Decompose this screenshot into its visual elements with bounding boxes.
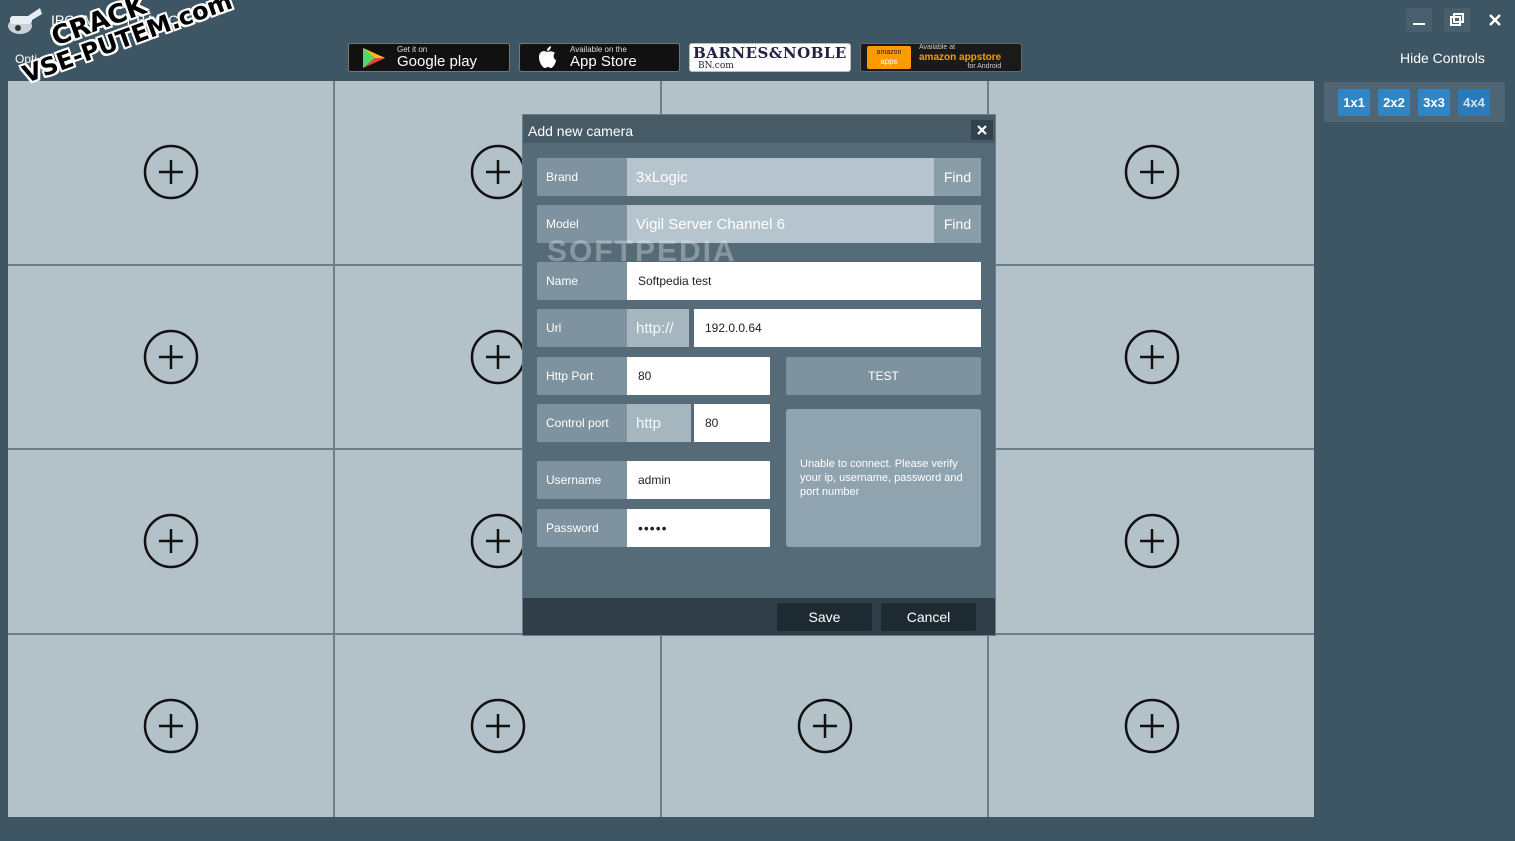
dialog-body: Brand 3xLogic Find Model Vigil Server Ch… (523, 143, 995, 598)
camera-slot[interactable] (662, 634, 987, 817)
barnes-noble-sub: BN.com (698, 60, 734, 71)
camera-slot[interactable] (989, 634, 1314, 817)
add-camera-plus-icon[interactable] (1124, 329, 1180, 385)
camera-slot[interactable] (989, 81, 1314, 264)
add-camera-plus-icon[interactable] (470, 329, 526, 385)
dialog-title: Add new camera (528, 123, 634, 139)
save-button[interactable]: Save (777, 603, 872, 631)
add-camera-plus-icon[interactable] (143, 513, 199, 569)
camera-slot[interactable] (8, 450, 333, 633)
close-button[interactable] (1482, 8, 1508, 32)
softpedia-watermark: SOFTPEDIA (547, 235, 737, 268)
password-field[interactable]: ••••• (627, 509, 770, 547)
barnes-noble-badge[interactable]: BARNES&NOBLE BN.com (689, 43, 851, 72)
http-port-label: Http Port (537, 357, 627, 395)
brand-label: Brand (537, 158, 627, 196)
camera-slot[interactable] (989, 265, 1314, 448)
url-prefix: http:// (627, 309, 689, 347)
amazon-brand-text: amazon appstore (919, 52, 1002, 63)
camera-slot[interactable] (8, 81, 333, 264)
amazon-apps-text: apps (880, 57, 898, 66)
amazon-available-text: Available at (919, 44, 956, 51)
dialog-close-button[interactable] (971, 120, 993, 140)
control-port-prefix[interactable]: http (627, 404, 691, 442)
layout-selector: 1x1 2x2 3x3 4x4 (1324, 82, 1505, 122)
minimize-button[interactable] (1406, 8, 1432, 32)
apple-icon (539, 45, 556, 68)
camera-slot[interactable] (8, 265, 333, 448)
add-camera-plus-icon[interactable] (143, 144, 199, 200)
add-camera-dialog: Add new camera Brand 3xLogic Find Model … (522, 114, 996, 636)
camera-slot[interactable] (335, 634, 660, 817)
google-play-badge[interactable]: Get it on Google play (348, 43, 510, 72)
connection-status-message: Unable to connect. Please verify your ip… (786, 409, 981, 547)
amazon-for-text: for Android (967, 63, 1002, 70)
app-store-badge[interactable]: Available on the App Store (519, 43, 680, 72)
password-label: Password (537, 509, 627, 547)
add-camera-plus-icon[interactable] (470, 144, 526, 200)
username-label: Username (537, 461, 627, 499)
cancel-button[interactable]: Cancel (881, 603, 976, 631)
close-icon (977, 125, 987, 135)
control-port-label: Control port (537, 404, 627, 442)
add-camera-plus-icon[interactable] (797, 698, 853, 754)
restore-icon (1450, 13, 1464, 26)
amazon-logo-text: amazon (876, 49, 902, 56)
test-button[interactable]: TEST (786, 357, 981, 395)
add-camera-plus-icon[interactable] (1124, 513, 1180, 569)
restore-button[interactable] (1444, 8, 1470, 32)
url-label: Url (537, 309, 627, 347)
camera-slot[interactable] (989, 450, 1314, 633)
brand-field[interactable]: 3xLogic (627, 158, 934, 196)
minimize-icon (1413, 23, 1425, 25)
close-icon (1489, 14, 1501, 26)
play-store-icon (363, 47, 385, 68)
control-port-field[interactable]: 80 (694, 404, 770, 442)
add-camera-plus-icon[interactable] (143, 329, 199, 385)
add-camera-plus-icon[interactable] (470, 698, 526, 754)
layout-3x3-button[interactable]: 3x3 (1418, 89, 1450, 116)
brand-find-button[interactable]: Find (934, 158, 981, 196)
amazon-appstore-badge[interactable]: amazon apps Available at amazon appstore… (860, 43, 1022, 72)
amazon-apps-icon: amazon apps (867, 46, 911, 69)
hide-controls-button[interactable]: Hide Controls (1400, 50, 1485, 66)
layout-2x2-button[interactable]: 2x2 (1378, 89, 1410, 116)
add-camera-plus-icon[interactable] (470, 513, 526, 569)
http-port-field[interactable]: 80 (627, 357, 770, 395)
add-camera-plus-icon[interactable] (1124, 144, 1180, 200)
add-camera-plus-icon[interactable] (1124, 698, 1180, 754)
google-play-big-text: Google play (397, 53, 478, 70)
model-find-button[interactable]: Find (934, 205, 981, 243)
url-field[interactable]: 192.0.0.64 (694, 309, 981, 347)
app-store-big-text: App Store (570, 53, 637, 70)
add-camera-plus-icon[interactable] (143, 698, 199, 754)
layout-1x1-button[interactable]: 1x1 (1338, 89, 1370, 116)
barnes-noble-title: BARNES&NOBLE (693, 43, 847, 62)
username-field[interactable]: admin (627, 461, 770, 499)
layout-4x4-button[interactable]: 4x4 (1458, 89, 1490, 116)
camera-slot[interactable] (8, 634, 333, 817)
